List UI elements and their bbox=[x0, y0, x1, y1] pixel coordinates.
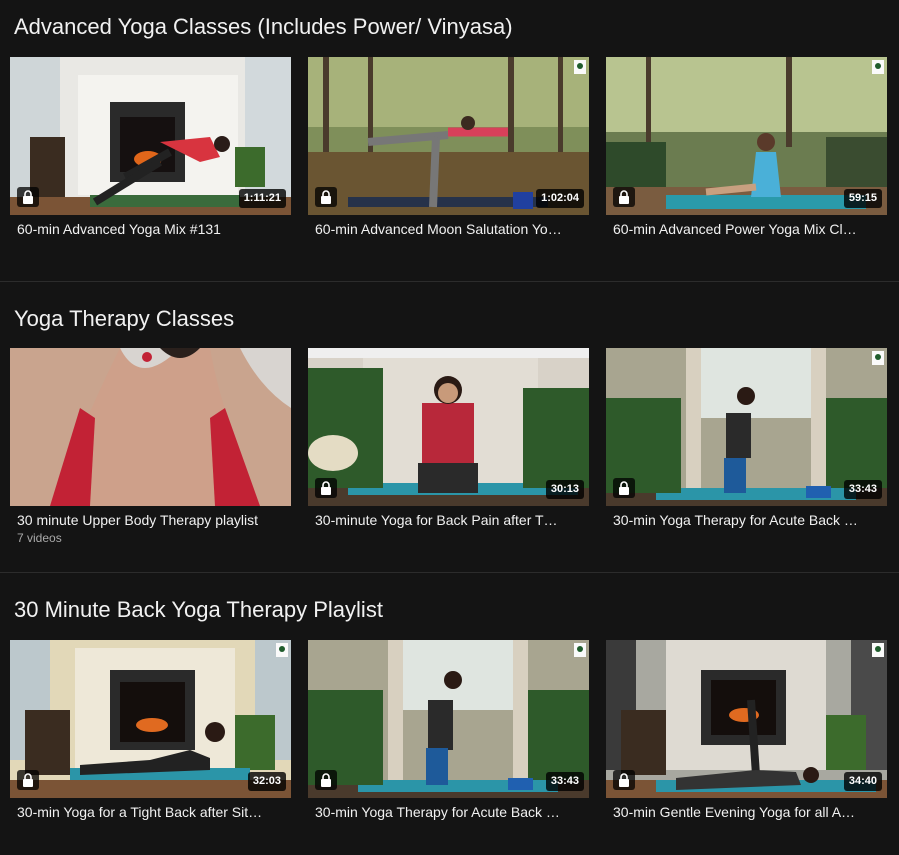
video-thumbnail[interactable]: 34:40 bbox=[606, 640, 887, 798]
duration-badge: 33:43 bbox=[843, 480, 882, 499]
lock-icon bbox=[315, 187, 337, 207]
playlist-card[interactable]: 30 minute Upper Body Therapy playlist 7 … bbox=[10, 348, 291, 545]
video-thumbnail[interactable]: 30:13 bbox=[308, 348, 589, 506]
video-thumbnail[interactable]: 33:43 bbox=[606, 348, 887, 506]
lock-icon bbox=[17, 187, 39, 207]
channel-logo-icon bbox=[574, 60, 586, 74]
video-title[interactable]: 30-min Yoga Therapy for Acute Back … bbox=[315, 803, 583, 821]
section-divider bbox=[0, 281, 899, 282]
video-title[interactable]: 60-min Advanced Moon Salutation Yo… bbox=[315, 220, 583, 238]
duration-badge: 1:11:21 bbox=[238, 189, 286, 208]
video-title[interactable]: 60-min Advanced Yoga Mix #131 bbox=[17, 220, 285, 238]
video-card[interactable]: 1:02:04 60-min Advanced Moon Salutation … bbox=[308, 57, 589, 238]
channel-logo-icon bbox=[574, 643, 586, 657]
channel-logo-icon bbox=[872, 60, 884, 74]
section-title[interactable]: Yoga Therapy Classes bbox=[14, 306, 234, 332]
duration-badge: 34:40 bbox=[843, 772, 882, 791]
lock-icon bbox=[17, 770, 39, 790]
video-thumbnail[interactable]: 1:02:04 bbox=[308, 57, 589, 215]
playlist-video-count: 7 videos bbox=[17, 531, 62, 545]
playlist-title[interactable]: 30 minute Upper Body Therapy playlist bbox=[17, 511, 285, 529]
lock-icon bbox=[613, 478, 635, 498]
lock-icon bbox=[613, 187, 635, 207]
video-card[interactable]: 1:11:21 60-min Advanced Yoga Mix #131 bbox=[10, 57, 291, 238]
lock-icon bbox=[315, 770, 337, 790]
video-card[interactable]: 34:40 30-min Gentle Evening Yoga for all… bbox=[606, 640, 887, 821]
duration-badge: 30:13 bbox=[545, 480, 584, 499]
section-divider bbox=[0, 572, 899, 573]
lock-icon bbox=[613, 770, 635, 790]
video-card[interactable]: 33:43 30-min Yoga Therapy for Acute Back… bbox=[308, 640, 589, 821]
duration-badge: 1:02:04 bbox=[536, 189, 584, 208]
video-title[interactable]: 30-minute Yoga for Back Pain after T… bbox=[315, 511, 583, 529]
video-title[interactable]: 30-min Yoga for a Tight Back after Sit… bbox=[17, 803, 285, 821]
video-card[interactable]: 30:13 30-minute Yoga for Back Pain after… bbox=[308, 348, 589, 529]
duration-badge: 59:15 bbox=[843, 189, 882, 208]
video-thumbnail[interactable]: 32:03 bbox=[10, 640, 291, 798]
duration-badge: 33:43 bbox=[545, 772, 584, 791]
thumbnail-image bbox=[10, 348, 291, 506]
video-thumbnail[interactable]: 59:15 bbox=[606, 57, 887, 215]
duration-badge: 32:03 bbox=[247, 772, 286, 791]
video-title[interactable]: 60-min Advanced Power Yoga Mix Cl… bbox=[613, 220, 881, 238]
section-title[interactable]: Advanced Yoga Classes (Includes Power/ V… bbox=[14, 14, 513, 40]
video-thumbnail[interactable]: 1:11:21 bbox=[10, 57, 291, 215]
channel-logo-icon bbox=[872, 351, 884, 365]
video-card[interactable]: 59:15 60-min Advanced Power Yoga Mix Cl… bbox=[606, 57, 887, 238]
video-title[interactable]: 30-min Gentle Evening Yoga for all A… bbox=[613, 803, 881, 821]
channel-logo-icon bbox=[276, 643, 288, 657]
section-title[interactable]: 30 Minute Back Yoga Therapy Playlist bbox=[14, 597, 383, 623]
video-card[interactable]: 33:43 30-min Yoga Therapy for Acute Back… bbox=[606, 348, 887, 529]
video-title[interactable]: 30-min Yoga Therapy for Acute Back … bbox=[613, 511, 881, 529]
video-thumbnail[interactable]: 33:43 bbox=[308, 640, 589, 798]
channel-logo-icon bbox=[872, 643, 884, 657]
lock-icon bbox=[315, 478, 337, 498]
playlist-thumbnail[interactable] bbox=[10, 348, 291, 506]
video-card[interactable]: 32:03 30-min Yoga for a Tight Back after… bbox=[10, 640, 291, 821]
